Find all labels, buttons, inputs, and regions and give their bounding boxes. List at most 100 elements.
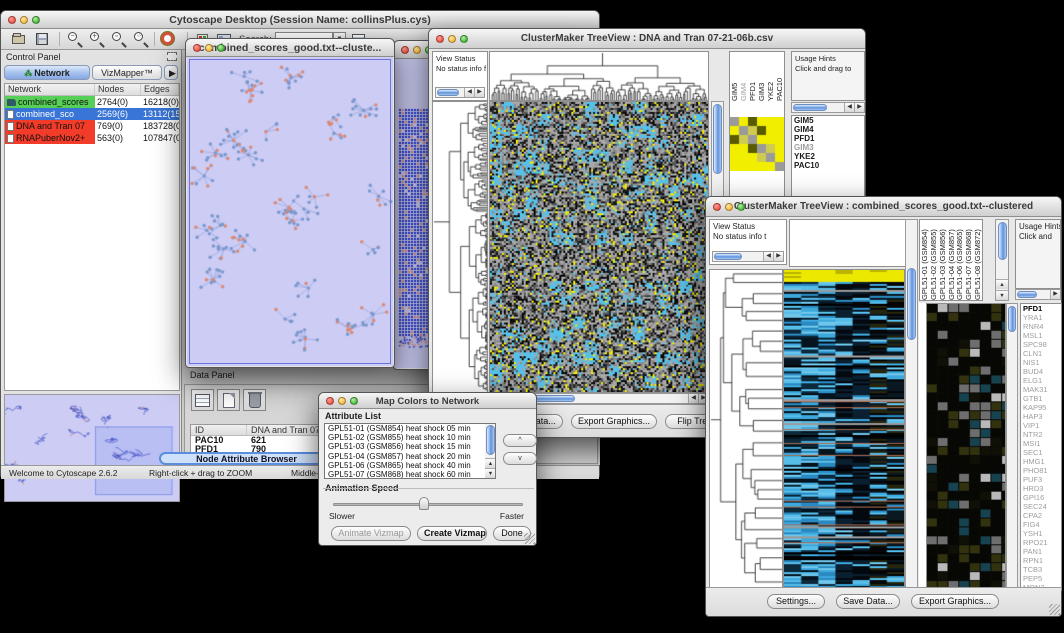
- tab-network[interactable]: Network: [4, 65, 90, 80]
- expression-heatmap[interactable]: [489, 101, 709, 393]
- open-session-icon[interactable]: [11, 31, 28, 47]
- create-attribute-icon[interactable]: [217, 389, 240, 411]
- heatmap-vscrollbar[interactable]: [905, 219, 918, 589]
- gene-label[interactable]: PHO81: [1021, 466, 1061, 475]
- gene-label[interactable]: PEP5: [1021, 574, 1061, 583]
- row-dendrogram[interactable]: [709, 269, 783, 589]
- resize-grip[interactable]: [524, 533, 535, 544]
- column-dendrogram-area[interactable]: [789, 219, 907, 267]
- network-list-row[interactable]: combined_scores 2764(0) 16218(0): [5, 96, 179, 108]
- delete-attribute-icon[interactable]: [243, 389, 266, 411]
- view-status-scrollbar[interactable]: ◀▶: [712, 251, 784, 262]
- gene-label[interactable]: RPN1: [1021, 556, 1061, 565]
- tv1-titlebar[interactable]: ClusterMaker TreeView : DNA and Tran 07-…: [429, 29, 865, 49]
- gene-label[interactable]: HMG1: [1021, 457, 1061, 466]
- main-titlebar[interactable]: Cytoscape Desktop (Session Name: collins…: [1, 11, 599, 29]
- column-label[interactable]: PAC10: [775, 52, 784, 101]
- zoom-button[interactable]: [460, 35, 468, 43]
- save-session-icon[interactable]: [34, 31, 51, 47]
- expression-heatmap[interactable]: [783, 269, 905, 589]
- gene-label[interactable]: GIM4: [792, 125, 864, 134]
- help-icon[interactable]: [160, 31, 177, 47]
- treeview-button[interactable]: Save Data...: [836, 594, 900, 609]
- gene-label[interactable]: MSL1: [1021, 331, 1061, 340]
- attribute-list-item[interactable]: GPL51-03 (GSM856) heat shock 15 min: [325, 442, 495, 451]
- minimize-button[interactable]: [205, 44, 213, 52]
- resize-grip[interactable]: [1049, 604, 1060, 615]
- gene-label[interactable]: YSH1: [1021, 529, 1061, 538]
- minimize-button[interactable]: [20, 16, 28, 24]
- gene-label[interactable]: FIG4: [1021, 520, 1061, 529]
- column-label[interactable]: GIM4: [739, 52, 748, 101]
- treeview-button[interactable]: Settings...: [767, 594, 825, 609]
- minimize-button[interactable]: [448, 35, 456, 43]
- minimize-button[interactable]: [725, 203, 733, 211]
- gene-label[interactable]: TCB3: [1021, 565, 1061, 574]
- column-label[interactable]: YKE2: [766, 52, 775, 101]
- zoom-button[interactable]: [32, 16, 40, 24]
- gene-label[interactable]: HAP3: [1021, 412, 1061, 421]
- column-label[interactable]: PFD1: [748, 52, 757, 101]
- gene-label[interactable]: CPA2: [1021, 511, 1061, 520]
- view-status-scrollbar[interactable]: ◀▶: [435, 87, 485, 98]
- netfront-titlebar[interactable]: combined_scores_good.txt--cluste...: [186, 39, 394, 57]
- gene-label[interactable]: PFD1: [792, 134, 864, 143]
- zoom-fit-icon[interactable]: ⁘: [133, 31, 150, 47]
- column-label[interactable]: GIM5: [730, 52, 739, 101]
- attribute-list-scrollbar[interactable]: ▲▼: [485, 424, 496, 478]
- tv2-titlebar[interactable]: ClusterMaker TreeView : combined_scores_…: [706, 197, 1061, 217]
- tab-node-attribute-browser[interactable]: Node Attribute Browser: [159, 452, 334, 465]
- column-label[interactable]: GPL51-08 (GSM872): [973, 220, 982, 300]
- summary-heatmap[interactable]: [730, 117, 784, 171]
- column-label[interactable]: GPL51-03 (GSM856): [938, 220, 947, 300]
- attribute-list-item[interactable]: GPL51-02 (GSM855) heat shock 10 min: [325, 433, 495, 442]
- attribute-list-item[interactable]: GPL51-06 (GSM865) heat shock 40 min: [325, 461, 495, 470]
- zoom-button[interactable]: [737, 203, 745, 211]
- dialog-titlebar[interactable]: Map Colors to Network: [319, 393, 536, 409]
- attribute-list-item[interactable]: GPL51-07 (GSM868) heat shock 60 min: [325, 470, 495, 479]
- gene-label[interactable]: PUF3: [1021, 475, 1061, 484]
- attribute-list-item[interactable]: GPL51-04 (GSM857) heat shock 20 min: [325, 452, 495, 461]
- select-attributes-icon[interactable]: [191, 389, 214, 411]
- close-button[interactable]: [326, 397, 334, 405]
- gene-label[interactable]: CLN1: [1021, 349, 1061, 358]
- gene-label[interactable]: SEC1: [1021, 448, 1061, 457]
- close-button[interactable]: [713, 203, 721, 211]
- gene-label[interactable]: BUD4: [1021, 367, 1061, 376]
- usage-hints-scrollbar[interactable]: ▶: [1015, 289, 1061, 300]
- gene-label[interactable]: MSI1: [1021, 439, 1061, 448]
- create-vizmap-button[interactable]: Create Vizmap: [417, 526, 487, 541]
- gene-label[interactable]: MAK31: [1021, 385, 1061, 394]
- zoom-selected-icon[interactable]: ▫: [111, 31, 128, 47]
- column-label[interactable]: GIM3: [757, 52, 766, 101]
- tab-vizmapper[interactable]: VizMapper™: [92, 65, 162, 80]
- treeview-button[interactable]: Export Graphics...: [571, 414, 657, 429]
- speed-slider-thumb[interactable]: [419, 497, 429, 510]
- network-list-row[interactable]: combined_sco 2569(6) 13112(15): [5, 108, 179, 120]
- usage-hints-scrollbar[interactable]: ◀▶: [791, 102, 865, 113]
- zoom-in-icon[interactable]: +: [89, 31, 106, 47]
- gene-label[interactable]: NTR2: [1021, 430, 1061, 439]
- gene-label[interactable]: PFD1: [1021, 304, 1061, 313]
- column-label[interactable]: GPL51-07 (GSM868): [964, 220, 973, 300]
- column-label[interactable]: GPL51-02 (GSM855): [929, 220, 938, 300]
- gene-label[interactable]: YKE2: [792, 152, 864, 161]
- gene-label[interactable]: ELG1: [1021, 376, 1061, 385]
- move-up-button[interactable]: ^: [503, 434, 537, 447]
- zoom-button[interactable]: [350, 397, 358, 405]
- gene-label[interactable]: GIM3: [792, 143, 864, 152]
- gene-label[interactable]: SEC24: [1021, 502, 1061, 511]
- zoom-button[interactable]: [217, 44, 225, 52]
- gene-label[interactable]: PAC10: [792, 161, 864, 170]
- label-scrollbar[interactable]: ▲▼: [995, 219, 1009, 301]
- column-label[interactable]: GPL51-01 (GSM854): [920, 220, 929, 300]
- attribute-list-item[interactable]: GPL51-01 (GSM854) heat shock 05 min: [325, 424, 495, 433]
- gene-label[interactable]: GTB1: [1021, 394, 1061, 403]
- column-dendrogram[interactable]: [489, 51, 709, 101]
- gene-label[interactable]: GPI16: [1021, 493, 1061, 502]
- gene-label[interactable]: SPC98: [1021, 340, 1061, 349]
- close-button[interactable]: [436, 35, 444, 43]
- close-button[interactable]: [193, 44, 201, 52]
- minimize-button[interactable]: [413, 46, 421, 54]
- tab-more-arrow[interactable]: ▶: [164, 65, 178, 80]
